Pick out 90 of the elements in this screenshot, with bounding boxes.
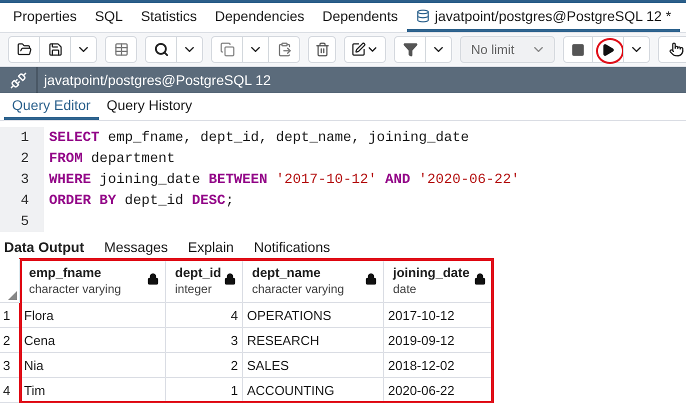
play-icon [601,42,615,57]
column-header[interactable]: dept_id integer [166,259,243,304]
code-line: SELECT emp_fname, dept_id, dept_name, joining_date [48,130,470,146]
dropdown-button[interactable] [242,36,269,64]
row-number: 2 [0,328,20,354]
table-cell: 1 [166,378,243,403]
pointer-button[interactable] [658,36,686,64]
search-icon [154,42,168,58]
table-cell: 4 [166,303,243,328]
table-cell: 2019-09-12 [384,328,493,354]
column-type: integer [175,282,213,296]
table-cell: 3 [166,328,243,354]
connection-icon [10,72,26,89]
paste-icon [276,42,292,58]
line-number: 5 [0,211,44,232]
code-line: WHERE joining_date BETWEEN '2017-10-12' AND '2020-06-22' [48,172,520,188]
code-line: ORDER BY dept_id DESC; [48,192,234,209]
tab[interactable]: SQL [86,3,132,32]
filter-icon [402,42,418,58]
column-type: character varying [252,282,344,296]
dropdown-button[interactable] [623,36,650,64]
table-cell: 2020-06-22 [384,378,493,403]
column-header[interactable]: emp_fname character varying [20,259,166,304]
stop-icon [571,42,585,57]
line-number: 3 [0,169,44,190]
column-header[interactable]: dept_name character varying [243,259,384,304]
filter-button[interactable] [394,36,426,64]
dropdown-button[interactable] [176,36,203,64]
row-number: 1 [0,303,20,328]
edit-icon [351,42,366,58]
stop-button[interactable] [563,36,593,64]
line-number: 2 [0,148,44,170]
tab[interactable]: Statistics [132,3,206,32]
line-number: 4 [0,190,44,212]
table-cell: OPERATIONS [243,303,384,328]
column-header[interactable]: joining_date date [384,259,493,304]
lock-icon [147,273,159,286]
grid-button[interactable] [105,36,137,64]
column-type: character varying [29,282,122,296]
database-icon [416,9,430,24]
editor-tab[interactable]: Query History [98,92,200,120]
edit-button[interactable] [344,36,386,64]
table-cell: Tim [20,378,166,403]
lock-icon [365,273,377,286]
output-tab[interactable]: Data Output [4,238,84,255]
line-number: 1 [0,127,44,148]
table-cell: Nia [20,353,166,378]
editor-tab[interactable]: Query Editor [4,92,99,120]
corner-triangle-icon [8,291,17,300]
lock-icon [224,273,236,286]
table-cell: RESEARCH [243,328,384,354]
tab[interactable]: Dependents [313,3,407,32]
column-type: date [393,282,418,296]
copy-icon [220,42,234,58]
run-button[interactable] [592,36,624,64]
column-name: dept_id [175,265,222,280]
open-file-button[interactable] [8,36,40,64]
column-name: emp_fname [29,265,102,280]
table-cell: 2 [166,353,243,378]
code-line: FROM department [48,150,176,167]
lock-icon [474,273,486,286]
table-cell: SALES [243,353,384,378]
trash-icon [314,42,330,58]
copy-button[interactable] [211,36,243,64]
table-cell: Flora [20,303,166,328]
column-name: dept_name [252,265,322,280]
output-tab[interactable]: Messages [104,238,168,255]
paste-button[interactable] [268,36,300,64]
row-number: 4 [0,378,20,403]
save-button[interactable] [39,36,71,64]
connection-title: javatpoint/postgres@PostgreSQL 12 [42,72,271,88]
hand-icon [668,42,684,58]
output-tab[interactable]: Explain [188,238,234,255]
dropdown-button[interactable] [70,36,97,64]
table-icon [114,42,128,58]
table-cell: 2017-10-12 [384,303,493,328]
table-cell: 2018-12-02 [384,353,493,378]
tab[interactable]: Dependencies [206,3,314,32]
table-cell: ACCOUNTING [243,378,384,403]
tab[interactable]: Properties [4,3,86,32]
delete-button[interactable] [308,36,336,64]
search-button[interactable] [145,36,177,64]
column-name: joining_date [393,265,470,280]
folder-icon [16,42,32,58]
limit-select[interactable]: No limit [460,36,555,64]
table-cell: Cena [20,328,166,354]
dropdown-button[interactable] [425,36,452,64]
row-number: 3 [0,353,20,378]
output-tab[interactable]: Notifications [254,238,330,255]
save-icon [48,42,62,58]
